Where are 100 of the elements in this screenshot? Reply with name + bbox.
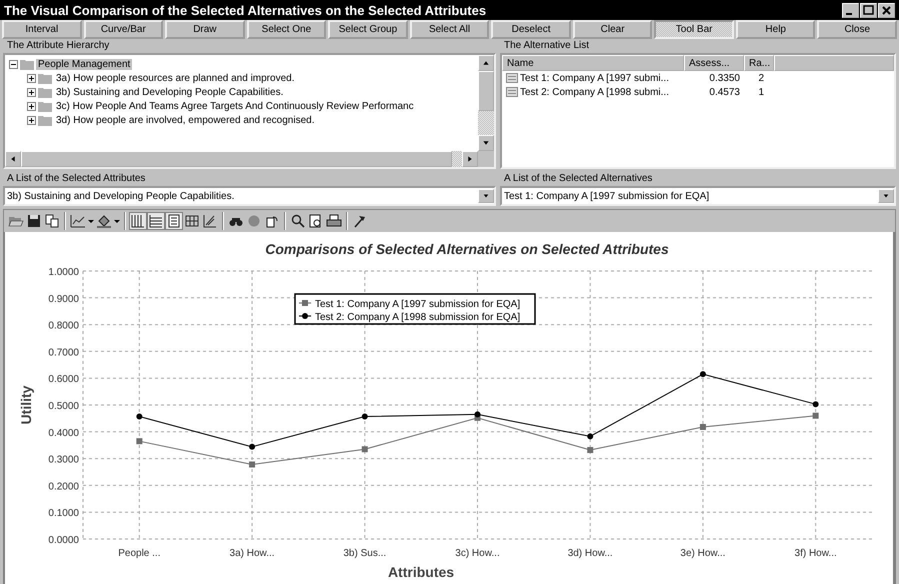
y-axis-title: Utility (18, 386, 34, 424)
tree-item[interactable]: 3b) Sustaining and Developing People Capabilities. (54, 86, 286, 98)
scrollbar-thumb[interactable] (478, 71, 494, 111)
toolbar-button[interactable]: Close (817, 20, 898, 39)
toolbar-button[interactable]: Help (736, 20, 816, 39)
copy-icon[interactable] (44, 213, 60, 229)
list-item-icon (506, 87, 518, 97)
y-tick-label: 0.2000 (48, 481, 79, 492)
expand-icon[interactable] (27, 102, 36, 110)
folder-icon (38, 86, 52, 98)
search-icon[interactable] (290, 213, 306, 229)
x-tick-label: 3f) How... (794, 548, 837, 559)
tree-item[interactable]: 3d) How people are involved, empowered and recognised. (54, 114, 316, 126)
toolbar-button[interactable]: Tool Bar (654, 20, 734, 39)
data-point (249, 444, 256, 450)
data-point (136, 438, 142, 444)
folder-icon (38, 72, 52, 84)
tree-item[interactable]: 3c) How People And Teams Agree Targets And Continuously Review Performanc (54, 100, 416, 112)
expand-icon[interactable] (27, 74, 36, 82)
section-label: The Alternative List (503, 39, 590, 53)
data-point (700, 371, 706, 378)
y-tick-label: 0.6000 (48, 374, 79, 386)
table-cell-text: 0.4573 (708, 86, 741, 98)
dropdown-field[interactable]: Test 1: Company A [1997 submission for EQA] (500, 186, 896, 206)
y-tick-label: 0.3000 (48, 454, 79, 466)
expand-icon[interactable] (27, 116, 36, 124)
legend-marker (298, 300, 312, 306)
toolbar-button[interactable]: Draw (165, 20, 245, 39)
x-tick-label: 3d) How... (568, 548, 613, 559)
table-grid-icon[interactable] (184, 213, 200, 229)
column-header[interactable]: Assess... (684, 55, 744, 71)
x-axis-title: Attributes (388, 564, 454, 580)
line-chart-icon[interactable] (70, 213, 86, 229)
x-tick-label: 3c) How... (455, 548, 500, 559)
expand-icon[interactable] (27, 88, 36, 96)
section-label: The Attribute Hierarchy (6, 39, 110, 53)
paint-bucket-icon[interactable] (96, 213, 112, 229)
toolbar-button[interactable]: Clear (572, 20, 652, 39)
save-icon[interactable] (26, 213, 42, 229)
column-header[interactable]: Ra... (744, 55, 774, 71)
maximize-icon[interactable] (860, 2, 877, 18)
toolbar-button[interactable]: Select All (410, 20, 490, 39)
section-label: A List of the Selected Alternatives (503, 172, 654, 186)
axis-scale-icon[interactable] (202, 213, 218, 229)
collapse-icon[interactable] (9, 60, 18, 68)
data-point (812, 401, 819, 408)
data-point (587, 447, 594, 454)
chart-title: Comparisons of Selected Alternatives on Selected Attributes (265, 241, 669, 257)
legend-label: Test 2: Company A [1998 submission for EQA] (315, 312, 520, 323)
x-tick-label: People ... (118, 548, 160, 559)
dropdown-field[interactable]: 3b) Sustaining and Developing People Capabilities. (3, 186, 496, 206)
data-point (362, 446, 368, 452)
table-cell-text: 2 (757, 72, 764, 84)
y-tick-label: 0.7000 (48, 347, 79, 358)
table-cell-text: 0.3350 (708, 72, 741, 84)
x-tick-label: 3a) How... (230, 548, 275, 559)
vertical-grid-icon[interactable] (130, 213, 146, 229)
toolbar-button[interactable]: Curve/Bar (84, 20, 164, 39)
y-tick-label: 0.5000 (48, 401, 79, 412)
scroll-down-icon[interactable] (478, 135, 494, 151)
folder-icon (38, 114, 52, 126)
y-tick-label: 0.1000 (48, 508, 79, 520)
section-label: A List of the Selected Attributes (6, 172, 146, 186)
data-point (587, 433, 594, 440)
data-point (700, 424, 706, 430)
table-cell[interactable]: Test 2: Company A [1998 submi... (520, 86, 669, 98)
window-title: The Visual Comparison of the Selected Alternatives on the Selected Attributes (4, 2, 486, 18)
legend-marker (298, 313, 312, 319)
toolbar-button[interactable]: Interval (2, 20, 82, 39)
scroll-up-icon[interactable] (478, 55, 494, 71)
minimize-icon[interactable] (842, 2, 859, 18)
horizontal-grid-icon[interactable] (148, 213, 164, 229)
table-cell[interactable]: Test 1: Company A [1997 submi... (520, 72, 669, 84)
list-item-icon (506, 73, 518, 83)
toolbar-button[interactable]: Select Group (328, 20, 408, 39)
x-tick-label: 3e) How... (680, 548, 726, 559)
y-tick-label: 0.4000 (48, 428, 79, 439)
data-point (249, 462, 256, 468)
close-icon[interactable] (878, 2, 895, 18)
column-header[interactable]: Name (502, 55, 684, 71)
tree-item[interactable]: People Management (36, 58, 132, 70)
data-point (812, 412, 819, 419)
x-tick-label: 3b) Sus... (343, 548, 386, 559)
legend-label: Test 1: Company A [1997 submission for EQA] (315, 299, 520, 310)
y-tick-label: 1.0000 (48, 267, 79, 278)
legend-icon[interactable] (166, 213, 182, 229)
toolbar-button[interactable]: Deselect (491, 20, 571, 39)
y-tick-label: 0.8000 (48, 320, 79, 332)
toolbar-button[interactable]: Select One (246, 20, 326, 39)
y-tick-label: 0.0000 (48, 535, 79, 546)
vertical-scrollbar[interactable] (478, 55, 494, 151)
scroll-right-icon[interactable] (462, 151, 478, 167)
data-point (362, 414, 368, 420)
y-tick-label: 0.9000 (48, 294, 79, 305)
data-point (136, 414, 142, 420)
scroll-left-icon[interactable] (5, 151, 21, 167)
folder-icon (38, 100, 52, 112)
print-icon[interactable] (326, 213, 342, 229)
tree-item[interactable]: 3a) How people resources are planned and improved. (54, 72, 296, 84)
table-cell-text: 1 (757, 86, 764, 98)
